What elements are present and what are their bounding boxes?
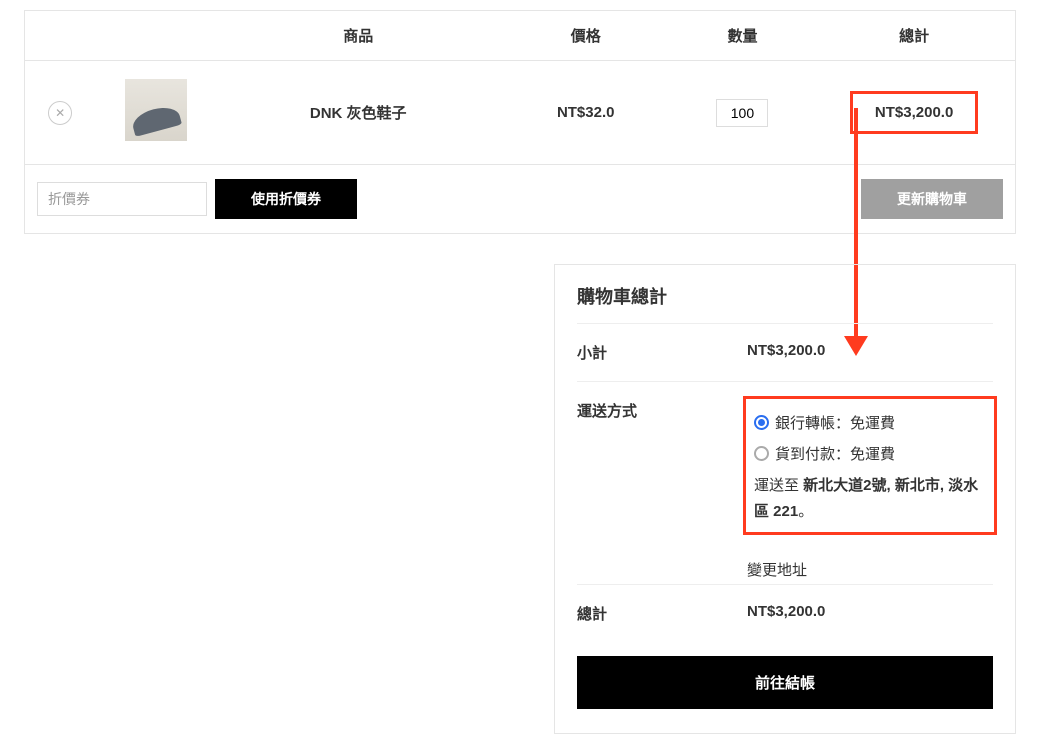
product-price: NT$32.0 [557,104,615,121]
header-price: 價格 [500,11,672,61]
coupon-input[interactable] [37,182,207,216]
coupon-row: 使用折價券 更新購物車 [25,165,1016,234]
product-name[interactable]: DNK 灰色鞋子 [310,105,407,122]
header-total: 總計 [813,11,1015,61]
line-total: NT$3,200.0 [850,91,978,134]
close-icon: ✕ [55,106,65,120]
quantity-input[interactable] [716,99,768,127]
product-thumbnail[interactable] [125,79,187,141]
change-address-link[interactable]: 變更地址 [747,562,807,579]
shipping-option-bank[interactable]: 銀行轉帳：免運費 [754,407,986,438]
subtotal-label: 小計 [577,342,747,363]
shipping-option-label: 銀行轉帳：免運費 [775,412,895,433]
header-qty: 數量 [672,11,814,61]
shipping-option-label: 貨到付款：免運費 [775,443,895,464]
shipping-label: 運送方式 [577,400,747,584]
radio-checked-icon [754,415,769,430]
shipping-address: 運送至 新北大道2號, 新北市, 淡水區 221。 [754,473,986,524]
shipping-option-cod[interactable]: 貨到付款：免運費 [754,438,986,469]
shipping-options-box: 銀行轉帳：免運費 貨到付款：免運費 運送至 新北大道2號, 新北市, 淡水區 2… [743,396,997,535]
cart-summary: 購物車總計 小計 NT$3,200.0 運送方式 銀行轉帳：免運費 [554,264,1016,734]
header-product: 商品 [217,11,500,61]
cart-row: ✕ DNK 灰色鞋子 NT$32.0 NT$3,200.0 [25,61,1016,165]
update-cart-button: 更新購物車 [861,179,1003,219]
remove-item-button[interactable]: ✕ [48,101,72,125]
summary-title: 購物車總計 [577,283,993,324]
checkout-button[interactable]: 前往結帳 [577,656,993,709]
radio-unchecked-icon [754,446,769,461]
total-value: NT$3,200.0 [747,603,993,624]
subtotal-value: NT$3,200.0 [747,342,993,363]
total-label: 總計 [577,603,747,624]
apply-coupon-button[interactable]: 使用折價券 [215,179,357,219]
cart-header: 商品 價格 數量 總計 [25,11,1016,61]
cart-table: 商品 價格 數量 總計 ✕ DNK 灰色鞋子 N [24,10,1016,234]
